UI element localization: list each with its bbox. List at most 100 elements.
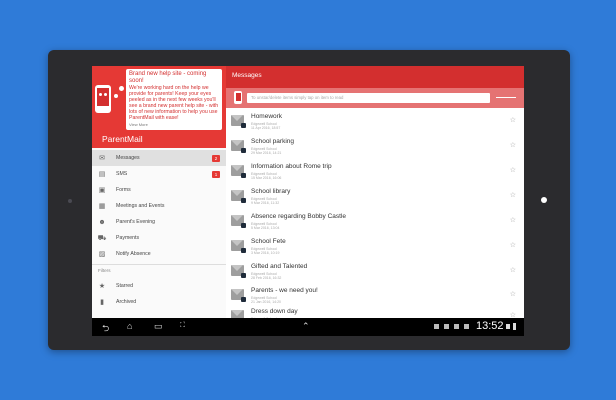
system-nav-bar: ⮌ ⌂ ▭ ⛶ ⌃ 13:52 (92, 318, 524, 336)
promo-body: We're working hard on the help we provid… (129, 85, 219, 121)
nav-item-starred[interactable]: ★ Starred (92, 278, 226, 294)
message-title: School library (251, 188, 291, 195)
message-date: 9 Mar 2016, 11:32 (251, 201, 280, 205)
message-title: Parents - we need you! (251, 287, 318, 294)
message-meta: Edgewell School 29 Mar 2016, 14:21 (251, 147, 281, 155)
message-title: School Fete (251, 238, 286, 245)
messages-badge: 2 (212, 154, 220, 162)
message-meta: Edgewell School 15 Mar 2016, 16:06 (251, 172, 281, 180)
nav-item-archived[interactable]: ▮ Archived (92, 294, 226, 310)
screenshot-icon[interactable]: ⛶ (180, 322, 185, 330)
message-row[interactable]: Parents - we need you! Edgewell School 21… (226, 285, 524, 307)
hint-bar: To unstar/delete items simply tap on ite… (226, 88, 524, 108)
message-row[interactable]: School parking Edgewell School 29 Mar 201… (226, 136, 524, 158)
back-icon[interactable]: ⮌ (102, 321, 109, 336)
status-clock: 13:52 (476, 320, 504, 332)
nav-item-notify-absence[interactable]: ▨ Notify Absence (92, 246, 226, 262)
message-row[interactable]: Homework Edgewell School 11 Apr 2016, 18:… (226, 111, 524, 133)
star-toggle-icon[interactable]: ☆ (510, 166, 516, 174)
chevron-up-icon[interactable]: ⌃ (302, 321, 310, 332)
message-date: 3 Mar 2016, 10:19 (251, 251, 280, 255)
hint-text: To unstar/delete items simply tap on ite… (247, 93, 490, 103)
nav-item-meetings[interactable]: ▦ Meetings and Events (92, 198, 226, 214)
message-date: 28 Feb 2016, 16:32 (251, 276, 282, 280)
envelope-icon: ✉ (99, 155, 105, 162)
star-toggle-icon[interactable]: ☆ (510, 191, 516, 199)
message-row[interactable]: Absence regarding Bobby Castle Edgewell … (226, 211, 524, 233)
message-title: Homework (251, 113, 283, 120)
messages-panel: Messages To unstar/delete items simply t… (226, 66, 524, 325)
message-date: 15 Mar 2016, 16:06 (251, 176, 282, 180)
nav-item-label: Messages (116, 155, 140, 161)
app-brand: ParentMail (102, 134, 143, 144)
nav-item-parents-evening[interactable]: ☻ Parent's Evening (92, 214, 226, 230)
envelope-lock-icon (231, 115, 246, 128)
sms-icon: ▤ (98, 171, 106, 178)
envelope-lock-icon (231, 215, 246, 228)
star-toggle-icon[interactable]: ☆ (510, 141, 516, 149)
promo-bubble[interactable]: Brand new help site - coming soon! We're… (126, 69, 222, 130)
star-toggle-icon[interactable]: ☆ (510, 241, 516, 249)
message-date: 29 Mar 2016, 14:21 (251, 151, 282, 155)
basket-icon: ⛟ (97, 234, 107, 242)
message-row[interactable]: Information about Rome trip Edgewell Sch… (226, 161, 524, 183)
envelope-lock-icon (231, 289, 246, 302)
message-title: Information about Rome trip (251, 163, 332, 170)
form-icon: ▣ (98, 187, 106, 194)
nav-item-label: Meetings and Events (116, 203, 165, 209)
nav-item-messages[interactable]: ✉ Messages 2 (92, 150, 226, 166)
messages-toolbar: Messages (226, 66, 524, 88)
sms-badge: 1 (212, 170, 220, 178)
usb-icon (434, 324, 439, 329)
envelope-lock-icon (231, 190, 246, 203)
nav-item-label: Archived (116, 299, 137, 305)
message-meta: Edgewell School 5 Mar 2016, 13:04 (251, 222, 279, 230)
nav-item-payments[interactable]: ⛟ Payments (92, 230, 226, 246)
battery-icon (513, 323, 516, 330)
bubble-dot-icon (119, 86, 124, 91)
drawer-header: Brand new help site - coming soon! We're… (92, 66, 226, 148)
star-icon: ★ (98, 283, 106, 290)
nav-item-label: Parent's Evening (116, 219, 156, 225)
star-toggle-icon[interactable]: ☆ (510, 216, 516, 224)
message-title: Gifted and Talented (251, 263, 308, 270)
promo-title: Brand new help site - coming soon! (129, 71, 207, 84)
message-row[interactable]: Gifted and Talented Edgewell School 28 Fe… (226, 261, 524, 283)
message-meta: Edgewell School 9 Mar 2016, 11:32 (251, 197, 279, 205)
message-row[interactable]: School Fete Edgewell School 3 Mar 2016, 1… (226, 236, 524, 258)
hint-divider (496, 97, 516, 98)
home-icon[interactable]: ⌂ (127, 321, 132, 331)
recent-apps-icon[interactable]: ▭ (154, 321, 163, 332)
nav-item-sms[interactable]: ▤ SMS 1 (92, 166, 226, 182)
nav-item-label: SMS (116, 171, 128, 177)
envelope-lock-icon (231, 265, 246, 278)
gallery-icon (454, 324, 459, 329)
message-title: School parking (251, 138, 294, 145)
mascot-icon (95, 85, 111, 113)
download-icon (464, 324, 469, 329)
star-toggle-icon[interactable]: ☆ (510, 116, 516, 124)
camera-icon (68, 199, 72, 203)
message-row[interactable]: School library Edgewell School 9 Mar 2016… (226, 186, 524, 208)
page-title: Messages (232, 72, 262, 79)
message-meta: Edgewell School 11 Apr 2016, 18:57 (251, 122, 280, 130)
promo-view-more-link[interactable]: View More (129, 122, 219, 128)
message-date: 5 Mar 2016, 13:04 (251, 226, 280, 230)
filters-label: Filters (98, 268, 111, 273)
nav-item-label: Starred (116, 283, 134, 289)
nav-item-forms[interactable]: ▣ Forms (92, 182, 226, 198)
nav-item-label: Payments (116, 235, 140, 241)
message-meta: Edgewell School 28 Feb 2016, 16:32 (251, 272, 281, 280)
trash-icon: ▮ (100, 299, 104, 306)
image-icon (444, 324, 449, 329)
star-toggle-icon[interactable]: ☆ (510, 266, 516, 274)
nav-item-label: Notify Absence (116, 251, 151, 257)
message-date: 21 Jan 2016, 14:20 (251, 300, 281, 304)
calendar-icon: ▦ (98, 203, 106, 210)
notify-icon: ▨ (98, 251, 106, 258)
message-meta: Edgewell School 3 Mar 2016, 10:19 (251, 247, 279, 255)
drawer-divider (92, 264, 226, 265)
star-toggle-icon[interactable]: ☆ (510, 290, 516, 298)
bubble-dot-icon (114, 94, 118, 98)
envelope-lock-icon (231, 140, 246, 153)
